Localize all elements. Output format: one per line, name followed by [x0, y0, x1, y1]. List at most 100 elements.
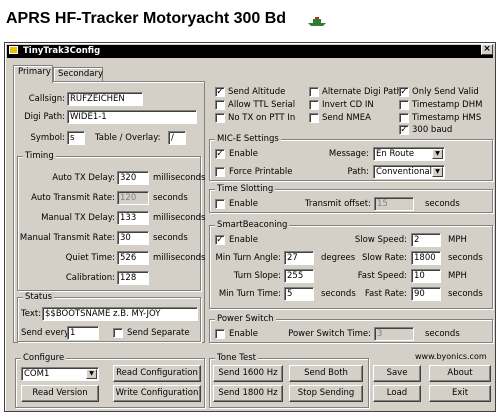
status-text-label: Text:: [21, 309, 42, 319]
chevron-down-icon: ▼: [432, 167, 443, 177]
page-heading: APRS HF-Tracker Motoryacht 300 Bd: [6, 10, 287, 27]
min-turn-angle-unit: degrees: [321, 253, 356, 263]
option-checkbox[interactable]: [309, 87, 319, 97]
turn-slope-input[interactable]: 255: [284, 269, 314, 283]
chevron-down-icon: ▼: [432, 149, 443, 159]
ps-time-input[interactable]: 3: [374, 327, 414, 341]
table-overlay-label: Table / Overlay:: [95, 133, 161, 143]
transmit-offset-input[interactable]: 15: [374, 197, 414, 211]
timing-input[interactable]: 133: [117, 211, 149, 225]
status-text-input[interactable]: $$BOOTSNAME z.B. MY-JOY: [42, 307, 198, 321]
slow-rate-input[interactable]: 1800: [411, 251, 441, 265]
min-turn-time-input[interactable]: 5: [284, 287, 314, 301]
path-value: Conventional: [376, 167, 433, 177]
mice-enable-label: Enable: [229, 149, 258, 159]
option-label: Timestamp HMS: [412, 113, 482, 123]
timing-label: Manual Transmit Rate:: [19, 233, 115, 243]
exit-button[interactable]: Exit: [429, 385, 491, 402]
timing-label: Manual TX Delay:: [41, 213, 115, 223]
callsign-input[interactable]: RUFZEICHEN: [67, 92, 143, 106]
send-1600-button[interactable]: Send 1600 Hz: [213, 365, 283, 382]
message-value: En Route: [376, 149, 415, 159]
timeslot-enable-label: Enable: [229, 199, 258, 209]
mice-enable-checkbox[interactable]: ✓: [215, 149, 225, 159]
slow-speed-input[interactable]: 2: [411, 233, 441, 247]
symbol-input[interactable]: s: [67, 131, 85, 145]
window-title: TinyTrak3Config: [23, 46, 101, 56]
read-version-button[interactable]: Read Version: [21, 385, 99, 402]
com-port-value: COM1: [24, 369, 50, 379]
timing-label: Calibration:: [65, 273, 115, 283]
configure-title: Configure: [21, 353, 67, 363]
slow-rate-label: Slow Rate:: [362, 253, 407, 263]
close-icon[interactable]: ×: [481, 44, 493, 55]
turn-slope-label: Turn Slope:: [233, 271, 281, 281]
fast-speed-input[interactable]: 10: [411, 269, 441, 283]
sb-enable-checkbox[interactable]: ✓: [215, 235, 225, 245]
option-label: 300 baud: [412, 125, 453, 135]
ps-enable-label: Enable: [229, 329, 258, 339]
send-separate-checkbox[interactable]: [113, 328, 123, 338]
website-link[interactable]: www.byonics.com: [415, 352, 487, 361]
option-label: Invert CD IN: [322, 100, 374, 110]
digipath-label: Digi Path:: [24, 112, 65, 122]
timeslot-enable-checkbox[interactable]: [215, 199, 225, 209]
callsign-label: Callsign:: [28, 94, 65, 104]
com-port-select[interactable]: COM1 ▼: [21, 367, 99, 381]
save-button[interactable]: Save: [373, 365, 421, 382]
table-overlay-input[interactable]: /: [168, 131, 186, 145]
timing-unit: seconds: [153, 233, 188, 243]
smartbeacon-title: SmartBeaconing: [215, 220, 290, 230]
option-checkbox[interactable]: [309, 113, 319, 123]
write-configuration-button[interactable]: Write Configuration: [113, 385, 201, 402]
config-window: TinyTrak3Config × Primary Secondary Call…: [4, 42, 496, 412]
fast-rate-input[interactable]: 90: [411, 287, 441, 301]
option-checkbox[interactable]: ✓: [399, 125, 409, 135]
timing-label: Auto TX Delay:: [52, 173, 115, 183]
send-1800-button[interactable]: Send 1800 Hz: [213, 385, 283, 402]
timing-input[interactable]: 526: [117, 251, 149, 265]
fast-rate-label: Fast Rate:: [364, 289, 407, 299]
force-printable-checkbox[interactable]: [215, 167, 225, 177]
tab-secondary[interactable]: Secondary: [53, 67, 103, 82]
option-checkbox[interactable]: ✓: [399, 87, 409, 97]
option-checkbox[interactable]: [399, 100, 409, 110]
send-both-button[interactable]: Send Both: [289, 365, 363, 382]
slow-speed-unit: MPH: [448, 235, 467, 245]
window-titlebar[interactable]: TinyTrak3Config: [7, 45, 493, 58]
option-checkbox[interactable]: ✓: [215, 87, 225, 97]
timing-unit: seconds: [153, 193, 188, 203]
message-label: Message:: [328, 149, 369, 159]
sb-enable-label: Enable: [229, 235, 258, 245]
option-checkbox[interactable]: [215, 113, 225, 123]
fast-speed-unit: MPH: [448, 271, 467, 281]
read-configuration-button[interactable]: Read Configuration: [113, 365, 201, 382]
option-checkbox[interactable]: [399, 113, 409, 123]
path-select[interactable]: Conventional ▼: [373, 165, 445, 179]
timing-input[interactable]: 128: [117, 271, 149, 285]
timing-label: Quiet Time:: [65, 253, 115, 263]
message-select[interactable]: En Route ▼: [373, 147, 445, 161]
slow-rate-unit: seconds: [448, 253, 483, 263]
tonetest-title: Tone Test: [215, 353, 259, 363]
stop-sending-button[interactable]: Stop Sending: [289, 385, 363, 402]
transmit-offset-label: Transmit offset:: [304, 199, 371, 209]
symbol-label: Symbol:: [30, 133, 65, 143]
about-button[interactable]: About: [429, 365, 491, 382]
slow-speed-label: Slow Speed:: [354, 235, 407, 245]
tab-primary[interactable]: Primary: [13, 65, 53, 83]
min-turn-angle-label: Min Turn Angle:: [215, 253, 281, 263]
fast-rate-unit: seconds: [448, 289, 483, 299]
transmit-offset-unit: seconds: [425, 199, 460, 209]
timing-input[interactable]: 320: [117, 171, 149, 185]
option-label: Allow TTL Serial: [228, 100, 296, 110]
load-button[interactable]: Load: [373, 385, 421, 402]
send-every-input[interactable]: 1: [67, 326, 99, 340]
option-checkbox[interactable]: [309, 100, 319, 110]
timing-input[interactable]: 120: [117, 191, 149, 205]
option-checkbox[interactable]: [215, 100, 225, 110]
timing-input[interactable]: 30: [117, 231, 149, 245]
min-turn-angle-input[interactable]: 27: [284, 251, 314, 265]
ps-enable-checkbox[interactable]: [215, 329, 225, 339]
digipath-input[interactable]: WIDE1-1: [67, 110, 197, 124]
